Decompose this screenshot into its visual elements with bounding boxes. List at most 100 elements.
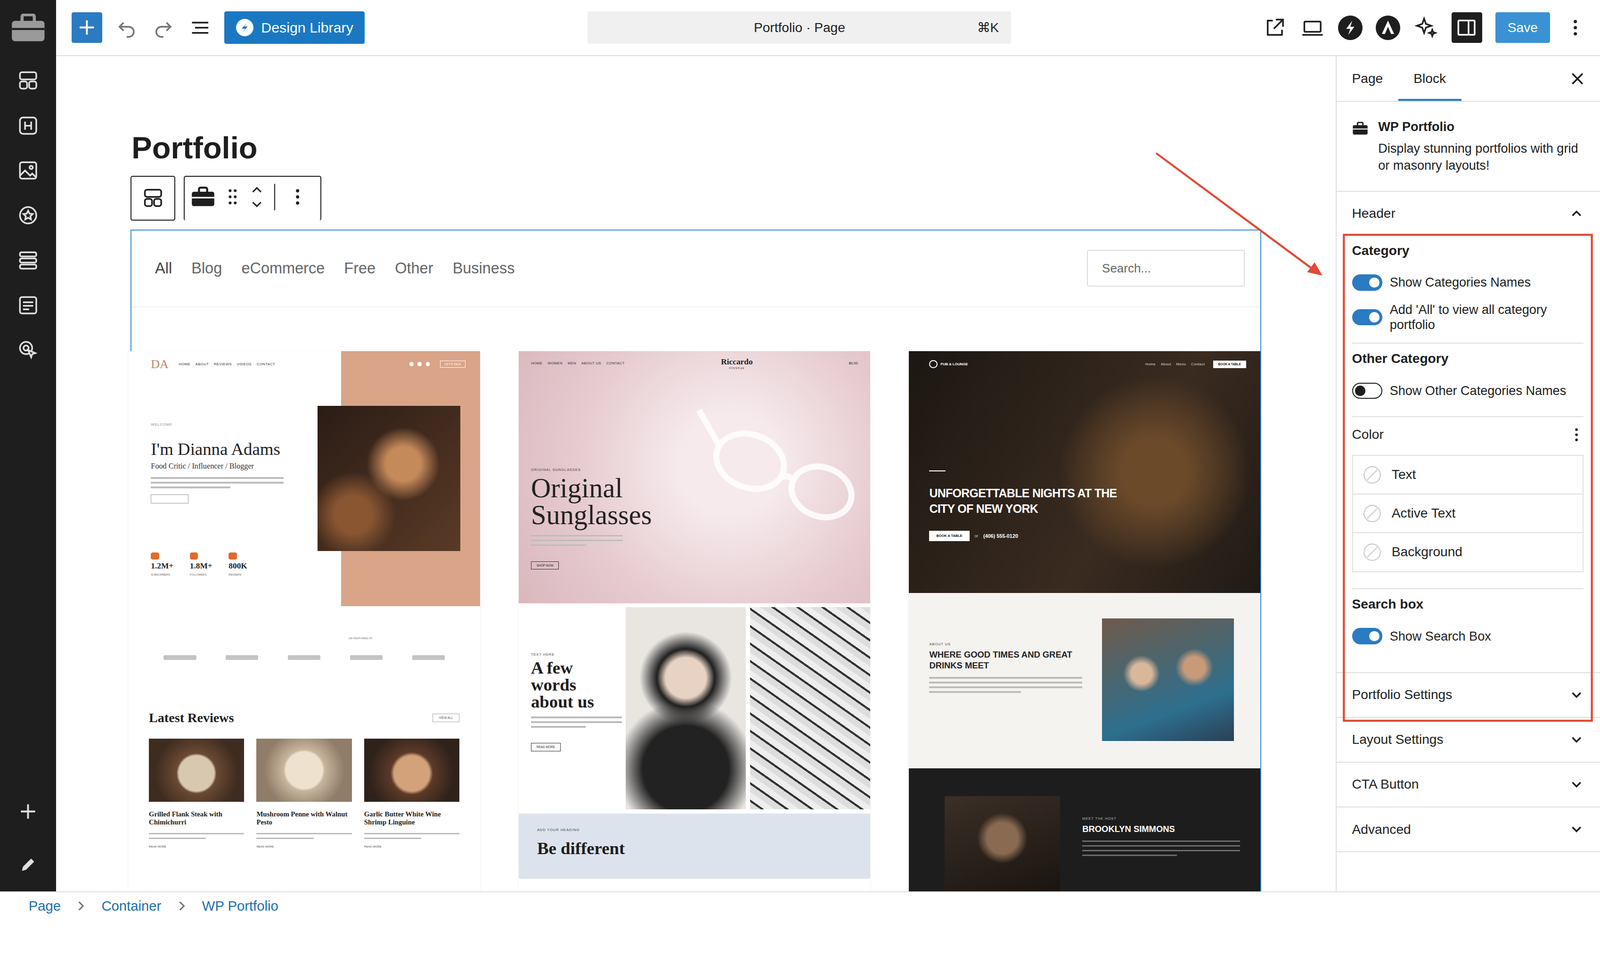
block-options-button[interactable] <box>275 186 320 207</box>
chevron-up-icon <box>1569 206 1584 221</box>
save-button[interactable]: Save <box>1495 12 1551 43</box>
panel-toggle[interactable]: Layout Settings <box>1336 717 1600 762</box>
preview-button[interactable] <box>1300 15 1325 41</box>
block-breadcrumb: Page Container WP Portfolio <box>0 890 1600 920</box>
toggle-switch[interactable] <box>1352 627 1383 645</box>
block-type-button[interactable] <box>184 186 222 207</box>
briefcase-icon <box>10 13 46 43</box>
toggle-switch[interactable] <box>1352 309 1383 326</box>
portfolio-item[interactable]: PUB & LOUNGE HomeAboutMenuContact BOOK A… <box>908 351 1261 891</box>
breadcrumb-item[interactable]: WP Portfolio <box>202 897 279 914</box>
image-button[interactable] <box>14 158 41 183</box>
category-filter[interactable]: Other <box>394 259 433 278</box>
color-option[interactable]: Active Text <box>1353 493 1584 532</box>
category-filter[interactable]: All <box>155 259 172 278</box>
block-inserter-button[interactable] <box>71 12 103 43</box>
shortcut-hint: ⌘K <box>977 19 1012 36</box>
wp-portfolio-block[interactable]: All Blog eCommerce Free Other Business Search… <box>130 229 1262 891</box>
toggle-switch[interactable] <box>1352 274 1383 291</box>
kebab-icon[interactable] <box>1569 426 1584 443</box>
kicker: ORIGINAL SUNGLASSES <box>530 467 695 472</box>
panel-toggle[interactable]: Header <box>1336 191 1600 236</box>
list-view-button[interactable] <box>187 15 213 41</box>
sections-button[interactable] <box>14 247 41 273</box>
host-section: MEET THE HOST BROOKLYN SIMMONS <box>908 767 1261 891</box>
group-title: Other Category <box>1352 350 1584 368</box>
document-title: Portfolio · Page <box>753 20 846 36</box>
site-logo: DA <box>150 357 169 372</box>
portfolio-logo[interactable] <box>10 0 46 57</box>
portfolio-search[interactable]: Search... <box>1086 249 1246 287</box>
sidebar-tab[interactable]: Page <box>1336 56 1399 101</box>
empty-swatch-icon <box>1363 465 1382 484</box>
astra-button[interactable] <box>1375 15 1401 41</box>
stat: 1.2M+ SUBSCRIBERS <box>150 552 174 576</box>
nav-link: ABOUT US <box>581 360 602 366</box>
nav-link: CONTACT <box>606 360 625 366</box>
chevron-down-icon <box>1569 732 1584 747</box>
drag-handle[interactable] <box>221 187 245 206</box>
toggle-row[interactable]: Show Other Categories Names <box>1352 375 1584 406</box>
settings-panel: Advanced <box>1336 807 1600 852</box>
portfolio-item[interactable]: HOMEWOMENMENABOUT USCONTACT RiccardoEYEW… <box>518 351 871 891</box>
forms-button[interactable] <box>14 293 41 318</box>
plus-icon <box>18 801 38 821</box>
panel-toggle[interactable]: Advanced <box>1336 807 1600 851</box>
move-buttons[interactable] <box>243 183 275 211</box>
about-heading: A few words about us <box>530 659 615 711</box>
category-filter[interactable]: Free <box>343 259 376 278</box>
undo-icon <box>115 16 139 40</box>
color-option[interactable]: Background <box>1353 531 1584 571</box>
toggle-row[interactable]: Show Search Box <box>1352 620 1584 652</box>
heading-button[interactable] <box>14 113 41 138</box>
sidebar-tab[interactable]: Block <box>1398 56 1462 101</box>
click-button[interactable] <box>14 337 41 363</box>
select-parent-button[interactable] <box>130 175 176 221</box>
patterns-button[interactable] <box>14 68 41 93</box>
highlight-box <box>1343 234 1592 721</box>
command-bar[interactable]: Portfolio · Page ⌘K <box>587 11 1012 44</box>
shop-hero: HOMEWOMENMENABOUT USCONTACT RiccardoEYEW… <box>518 351 871 604</box>
plus-icon <box>78 19 96 36</box>
arrow-icon <box>1156 153 1314 270</box>
layout-icon <box>17 70 39 91</box>
edit-button[interactable] <box>14 851 41 877</box>
category-filters: All Blog eCommerce Free Other Business <box>155 259 515 278</box>
breadcrumb-item[interactable]: Page <box>28 897 61 914</box>
panel-toggle[interactable]: CTA Button <box>1336 762 1600 807</box>
design-library-button[interactable]: Design Library <box>224 11 365 44</box>
page-title[interactable]: Portfolio <box>131 129 1262 167</box>
block-name: WP Portfolio <box>1378 118 1585 136</box>
close-button[interactable] <box>1555 56 1600 101</box>
options-button[interactable] <box>1563 15 1588 41</box>
settings-panel: Portfolio Settings <box>1336 672 1600 718</box>
color-option[interactable]: Text <box>1353 455 1584 494</box>
close-icon <box>1570 71 1585 86</box>
portfolio-item[interactable]: DA HOMEABOUTREVIEWSVIDEOSCONTACT LET'S T… <box>128 351 481 891</box>
phone: (406) 555-0120 <box>983 532 1019 539</box>
toggle-switch[interactable] <box>1352 382 1383 400</box>
category-filter[interactable]: eCommerce <box>241 259 325 278</box>
block-card: WP Portfolio Display stunning portfolios… <box>1336 101 1600 192</box>
view-page-button[interactable] <box>1262 15 1288 41</box>
editor-topbar: Design Library Portfolio · Page ⌘K Save <box>56 0 1600 57</box>
undo-button[interactable] <box>114 15 139 41</box>
hero-button: SHOP NOW <box>530 561 560 570</box>
settings-toggle-button[interactable] <box>1451 12 1483 43</box>
panel-toggle[interactable]: Portfolio Settings <box>1336 672 1600 717</box>
spectra-button[interactable] <box>1338 15 1363 41</box>
toggle-row[interactable]: Add 'All' to view all category portfolio <box>1352 302 1584 333</box>
sunglasses-photo <box>693 389 868 543</box>
ai-button[interactable] <box>1413 15 1439 41</box>
rating-button[interactable] <box>14 203 41 228</box>
star-circle-icon <box>17 204 39 226</box>
toggle-row[interactable]: Show Categories Names <box>1352 267 1584 298</box>
category-filter[interactable]: Blog <box>191 259 222 278</box>
category-filter[interactable]: Business <box>452 259 515 278</box>
redo-button[interactable] <box>151 15 176 41</box>
eyewear-photo <box>750 606 871 809</box>
breadcrumb-item[interactable]: Container <box>101 897 162 914</box>
add-button[interactable] <box>14 799 41 824</box>
blogger-hero: DA HOMEABOUTREVIEWSVIDEOSCONTACT LET'S T… <box>128 351 481 606</box>
sparkles-icon <box>1413 15 1439 41</box>
